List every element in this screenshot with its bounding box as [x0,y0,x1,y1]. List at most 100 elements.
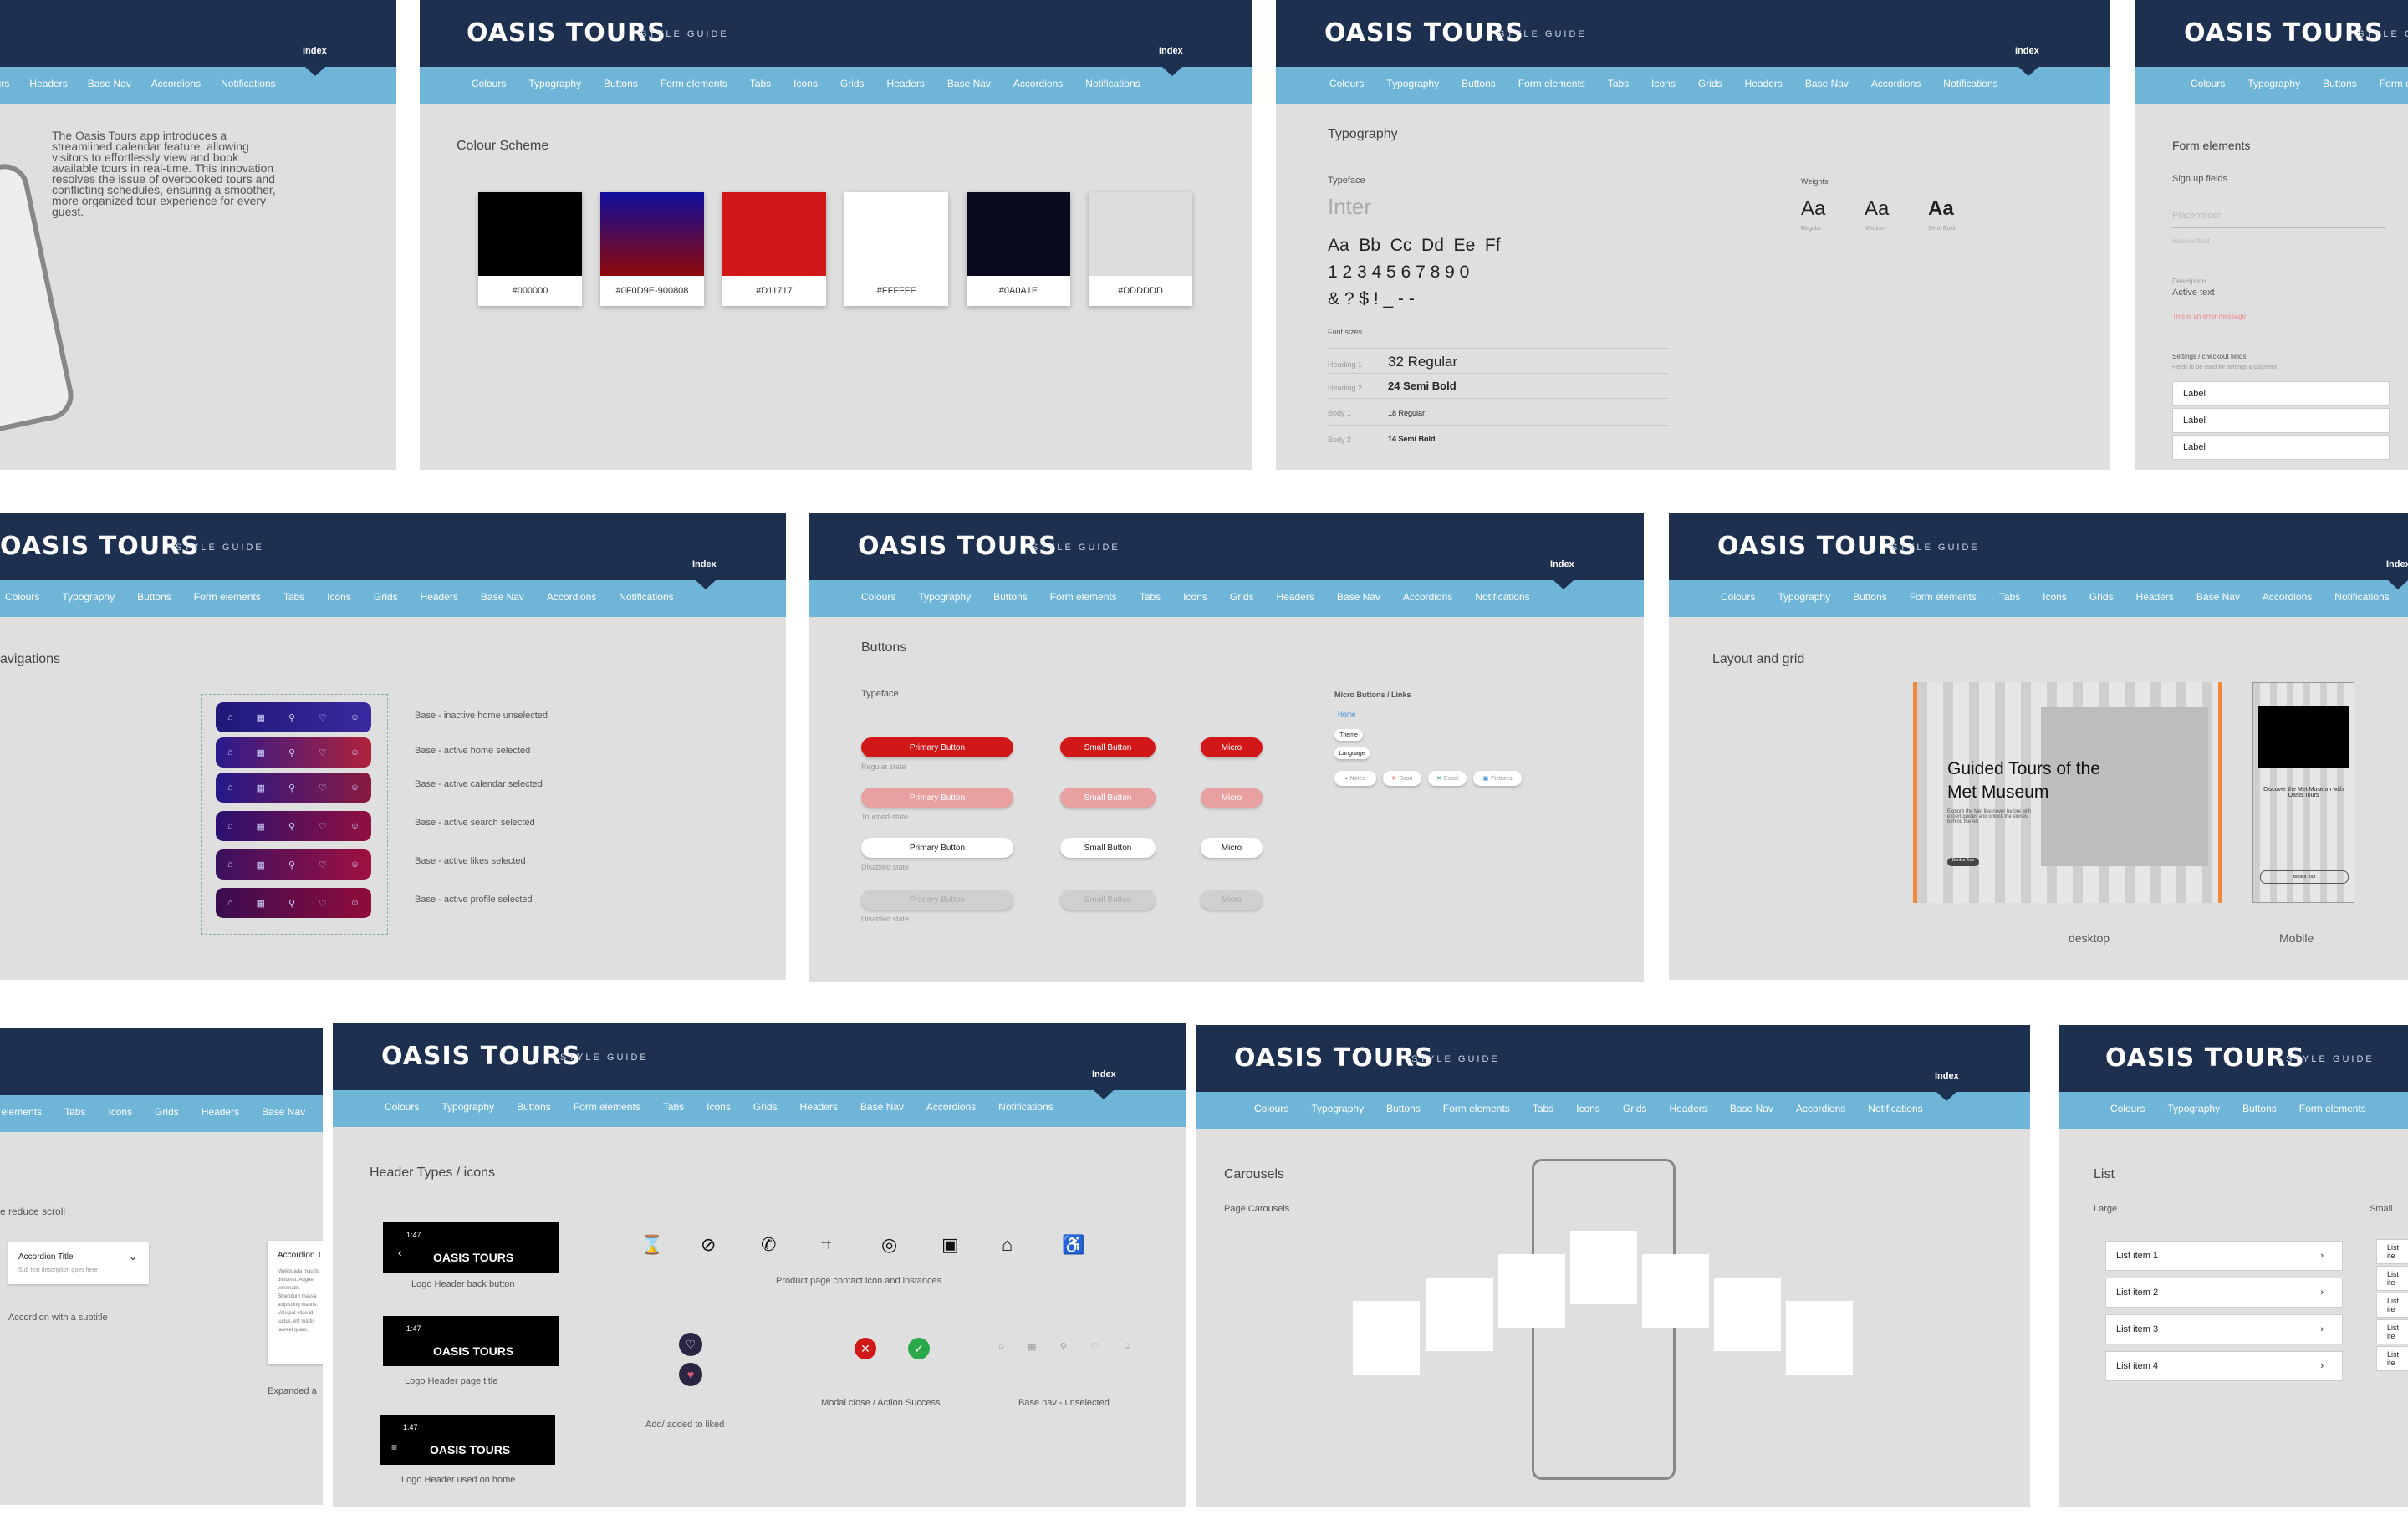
nav-tabs[interactable]: Tabs [1999,591,2020,603]
micro-button-white[interactable]: Micro [1201,838,1263,858]
base-nav-variant[interactable]: ⌂ ▦ ⚲ ♡ ☺ [216,773,371,803]
nav-buttons[interactable]: Buttons [2242,1103,2277,1114]
accordion-expanded[interactable]: Accordion T Malesuada mauris dictumst. A… [268,1241,323,1364]
checkout-field[interactable]: Label [2172,435,2390,460]
nav-form-elements[interactable]: Form elements [194,591,261,603]
checkout-field[interactable]: Label [2172,381,2390,406]
nav-buttons[interactable]: Buttons [517,1101,551,1113]
index-link[interactable]: Index [2386,559,2408,569]
nav-base-nav[interactable]: Base Nav [860,1101,904,1113]
nav-buttons[interactable]: Buttons [137,591,171,603]
list-item-small[interactable]: List ite [2376,1239,2408,1264]
nav-grids[interactable]: Grids [374,591,398,603]
menu-icon[interactable]: ≡ [391,1441,397,1453]
pictures-tag[interactable]: ▣ Pictures [1473,771,1522,786]
nav-accordions[interactable]: Accordions [1013,78,1063,89]
mobile-cta[interactable]: Book a Tour [2260,870,2349,884]
nav-grids[interactable]: Grids [1698,78,1722,89]
nav-typography[interactable]: Typography [1386,78,1439,89]
index-link[interactable]: Index [1935,1071,1959,1081]
primary-button-touched[interactable]: Primary Button [861,788,1013,808]
theme-link[interactable]: Theme [1334,729,1363,741]
index-link[interactable]: Index [1092,1069,1116,1079]
nav-grids[interactable]: Grids [840,78,865,89]
nav-buttons[interactable]: Buttons [993,591,1028,603]
nav-typography[interactable]: Typography [2247,78,2300,89]
carousel-card[interactable] [1642,1254,1709,1328]
nav-base-nav[interactable]: Base Nav [1805,78,1849,89]
nav-headers[interactable]: Headers [887,78,925,89]
nav-icons[interactable]: Icons [793,78,818,89]
primary-button-white[interactable]: Primary Button [861,838,1013,858]
small-button-touched[interactable]: Small Button [1060,788,1156,808]
nav-tabs[interactable]: Tabs [1140,591,1161,603]
nav-icons[interactable]: Icons [1183,591,1207,603]
nav-headers[interactable]: Headers [421,591,458,603]
index-link[interactable]: Index [1159,46,1183,56]
carousel-card[interactable] [1786,1301,1853,1375]
nav-grids[interactable]: Grids [2089,591,2114,603]
nav-icons[interactable]: Icons [108,1106,132,1118]
nav-base-nav[interactable]: Base Nav [262,1106,305,1118]
nav-typography[interactable]: Typography [1311,1103,1364,1114]
nav-form-elements[interactable]: Form elements [1518,78,1585,89]
nav-grids[interactable]: Grids [753,1101,778,1113]
nav-form-elements[interactable]: Form elements [1050,591,1117,603]
heart-outline-icon[interactable]: ♡ [679,1333,702,1356]
base-nav-variant[interactable]: ⌂ ▦ ⚲ ♡ ☺ [216,888,371,918]
nav-colours[interactable]: Colours [2191,78,2225,89]
nav-notifications[interactable]: Notifications [2334,591,2389,603]
nav-notifications[interactable]: Notifications [221,78,275,89]
primary-button[interactable]: Primary Button [861,737,1013,757]
nav-icons[interactable]: Icons [707,1101,731,1113]
list-item-small[interactable]: List ite [2376,1346,2408,1371]
nav-notifications[interactable]: Notifications [998,1101,1053,1113]
micro-button[interactable]: Micro [1201,737,1263,757]
nav-typography[interactable]: Typography [528,78,581,89]
nav-base-nav[interactable]: Base Nav [2196,591,2240,603]
nav-icons[interactable]: Icons [1651,78,1676,89]
nav-colours[interactable]: Colours [5,591,39,603]
nav-form-elements[interactable]: Form elements [1443,1103,1510,1114]
nav-tabs[interactable]: Tabs [64,1106,85,1118]
nav-tabs[interactable]: Tabs [1608,78,1629,89]
nav-typography[interactable]: Typography [441,1101,494,1113]
placeholder-field[interactable]: Placeholder [2172,209,2386,228]
nav-accordions[interactable]: Accordions [926,1101,976,1113]
nav-headers[interactable]: Headers [1745,78,1783,89]
nav-buttons[interactable]: Buttons [1386,1103,1421,1114]
nav-headers[interactable]: Headers [800,1101,838,1113]
nav-tabs[interactable]: Tabs [283,591,304,603]
small-button-white[interactable]: Small Button [1060,838,1156,858]
nav-notifications[interactable]: Notifications [1943,78,1997,89]
list-item-small[interactable]: List ite [2376,1293,2408,1318]
base-nav-variant[interactable]: ⌂ ▦ ⚲ ♡ ☺ [216,702,371,732]
home-link[interactable]: Home [1338,711,1355,718]
accordion-collapsed[interactable]: Accordion Title Sub text description goe… [8,1242,149,1284]
nav-colours[interactable]: Colours [861,591,895,603]
base-nav-variant[interactable]: ⌂ ▦ ⚲ ♡ ☺ [216,811,371,841]
nav-colours[interactable]: Colours [472,78,506,89]
carousel-card[interactable] [1498,1254,1565,1328]
carousel-card[interactable] [1426,1278,1493,1351]
nav-grids[interactable]: Grids [1230,591,1254,603]
nav-typography[interactable]: Typography [2167,1103,2220,1114]
notes-tag[interactable]: ▪ Notes [1334,771,1376,786]
base-nav-variant[interactable]: ⌂ ▦ ⚲ ♡ ☺ [216,737,371,768]
nav-headers[interactable]: Headers [1670,1103,1707,1114]
nav-notifications[interactable]: Notifications [1475,591,1529,603]
nav-notifications[interactable]: Notifications [619,591,673,603]
nav-buttons[interactable]: Buttons [2323,78,2357,89]
nav-typography[interactable]: Typography [1778,591,1830,603]
carousel-card[interactable] [1570,1231,1637,1304]
base-nav-variant[interactable]: ⌂ ▦ ⚲ ♡ ☺ [216,849,371,880]
close-icon[interactable]: ✕ [855,1338,876,1359]
list-item-small[interactable]: List ite [2376,1319,2408,1344]
nav-accordions[interactable]: Accordions [547,591,596,603]
nav-colours[interactable]: Colours [1329,78,1364,89]
nav-icons[interactable]: Icons [1576,1103,1600,1114]
nav-accordions[interactable]: Accordions [1871,78,1921,89]
nav-buttons[interactable]: Buttons [604,78,638,89]
nav-buttons[interactable]: Buttons [1462,78,1496,89]
nav-headers[interactable]: Headers [2136,591,2174,603]
